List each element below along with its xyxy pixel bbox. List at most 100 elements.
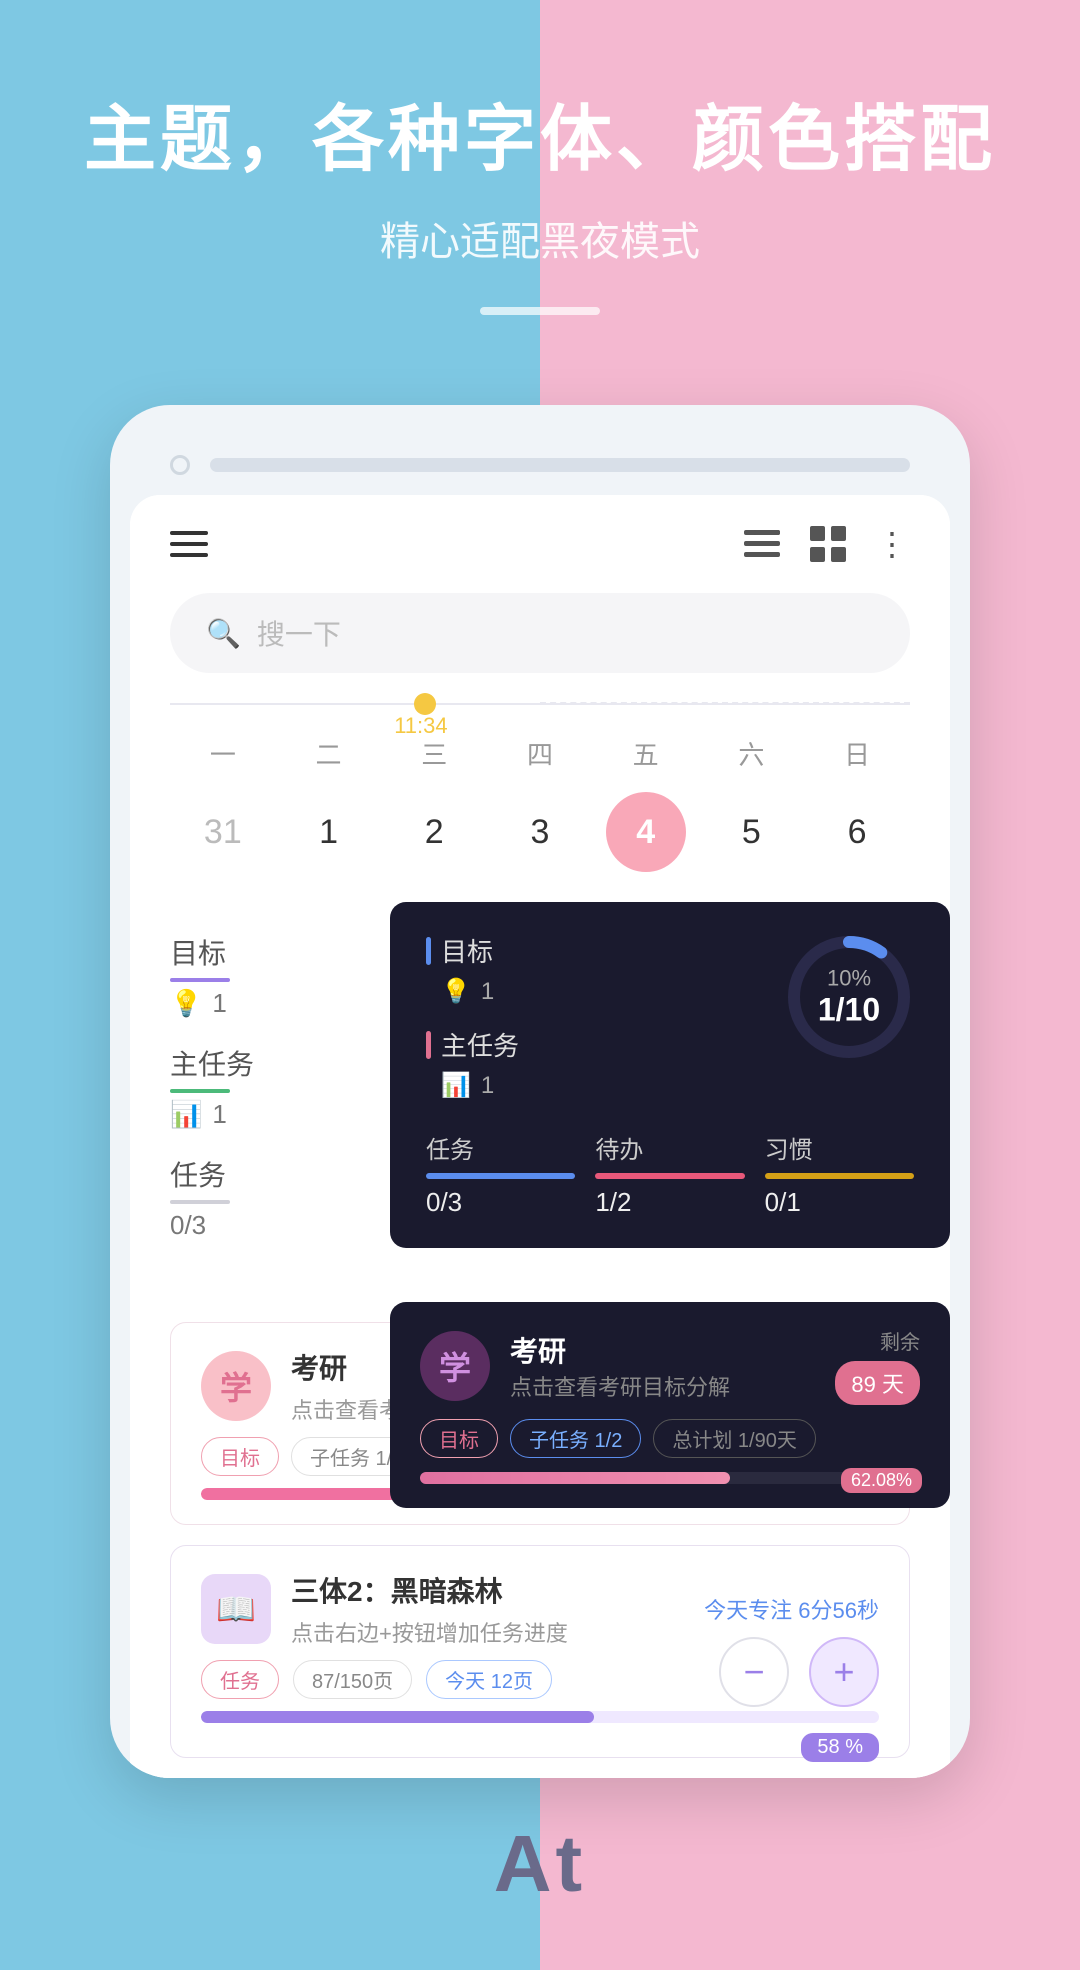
minus-button[interactable]: − [719,1637,789,1707]
book-desc: 点击右边+按钮增加任务进度 [291,1616,684,1648]
book-title: 三体2：黑暗森林 [291,1570,684,1610]
hero-section: 主题，各种字体、颜色搭配 精心适配黑夜模式 [0,80,1080,355]
book-tag-2: 87/150页 [293,1660,412,1699]
hero-title: 主题，各种字体、颜色搭配 [60,80,1020,185]
book-progress-fill [201,1711,594,1723]
dark-goal-section: 目标 💡 1 主任务 [426,932,519,1100]
task-col-label: 任务 [426,1130,575,1165]
plus-button[interactable]: + [809,1637,879,1707]
main-task-bar [170,1089,230,1093]
search-bar[interactable]: 🔍 搜一下 [170,593,910,673]
dark-tag-3: 总计划 1/90天 [653,1419,815,1458]
dark-goal-title: 考研 [510,1330,815,1370]
phone-notch [210,458,910,472]
dark-tag-1: 目标 [420,1419,498,1458]
dark-maintask-label: 主任务 [441,1026,519,1063]
weekday-mon: 一 [183,735,263,772]
book-progress-bar [201,1711,879,1723]
book-progress-label: 58 % [801,1733,879,1762]
dark-remaining-label: 剩余 [880,1326,920,1355]
dark-progress-bar-outer: 62.08% [420,1472,920,1484]
weekday-wed: 三 [394,735,474,772]
app-screen: ⋮ 🔍 搜一下 11:34 一 二 三 [130,495,950,1778]
hero-divider [480,307,600,315]
weekday-fri: 五 [606,735,686,772]
date-6[interactable]: 6 [817,792,897,872]
grid-view-icon[interactable] [810,526,846,562]
week-dates: 31 1 2 3 4 5 6 [170,792,910,872]
week-days-header: 一 二 三 四 五 六 日 [170,735,910,772]
book-card[interactable]: 📖 三体2：黑暗森林 点击右边+按钮增加任务进度 今天专注 6分56秒 任务 8… [170,1545,910,1758]
dark-progress-fill [420,1472,730,1484]
goal-count: 1 [212,988,226,1019]
more-options-icon[interactable]: ⋮ [876,525,910,563]
book-section: 📖 三体2：黑暗森林 点击右边+按钮增加任务进度 今天专注 6分56秒 任务 8… [130,1525,950,1778]
hamburger-menu-button[interactable] [170,531,208,557]
task-bar [170,1200,230,1204]
stats-dark-panel: 目标 💡 1 主任务 [390,902,950,1248]
at-label: At [494,1819,586,1908]
date-4-today[interactable]: 4 [606,792,686,872]
date-31[interactable]: 31 [183,792,263,872]
dark-days-badge: 89 天 [835,1361,920,1405]
todo-col-label: 待办 [595,1130,744,1165]
book-tag-1: 任务 [201,1660,279,1699]
dark-top-section: 目标 💡 1 主任务 [426,932,914,1100]
habit-progress-bar [765,1173,914,1179]
task-progress-bar [426,1173,575,1179]
main-task-count: 1 [212,1099,226,1130]
date-3[interactable]: 3 [500,792,580,872]
dark-tasks-grid: 任务 0/3 待办 1/2 习惯 0/1 [426,1130,914,1218]
stats-section: 目标 💡 1 主任务 📊 1 [130,902,950,1302]
circular-val: 1/10 [818,992,880,1029]
dark-goal-tags: 目标 子任务 1/2 总计划 1/90天 [420,1419,920,1458]
stepper-row: − + [719,1637,879,1707]
habit-col-label: 习惯 [765,1130,914,1165]
phone-top-bar [130,445,950,495]
dark-habit-col: 习惯 0/1 [765,1130,914,1218]
timeline-dashes [540,702,910,704]
week-calendar: 一 二 三 四 五 六 日 31 1 2 3 4 5 6 [130,715,950,902]
timeline: 11:34 [170,703,910,705]
todo-col-val: 1/2 [595,1187,744,1218]
main-task-icon: 📊 [170,1099,202,1130]
dark-maintask-count: 1 [481,1072,494,1100]
timeline-dot [414,693,436,715]
phone-mockup: ⋮ 🔍 搜一下 11:34 一 二 三 [110,405,970,1778]
date-5[interactable]: 5 [711,792,791,872]
book-tag-3: 今天 12页 [426,1660,552,1699]
dark-todo-col: 待办 1/2 [595,1130,744,1218]
dark-task-col: 任务 0/3 [426,1130,575,1218]
goal-icon: 💡 [170,988,202,1019]
dark-progress-label: 62.08% [841,1468,922,1493]
book-avatar: 📖 [201,1574,271,1644]
weekday-tue: 二 [289,735,369,772]
search-placeholder: 搜一下 [257,613,341,653]
search-icon: 🔍 [206,617,241,650]
dark-tag-2: 子任务 1/2 [510,1419,641,1458]
dark-goal-card-avatar: 学 [420,1331,490,1401]
dark-goal-count: 1 [481,978,494,1006]
task-val: 0/3 [170,1210,206,1241]
dark-goal-card-overlay[interactable]: 学 考研 点击查看考研目标分解 剩余 89 天 目标 子任务 1/ [390,1302,950,1508]
todo-progress-bar [595,1173,744,1179]
date-1[interactable]: 1 [289,792,369,872]
dark-goal-label: 目标 [441,932,493,969]
dark-maintask-icon: 📊 [441,1071,471,1100]
phone-dot [170,455,190,475]
dark-goal-desc: 点击查看考研目标分解 [510,1370,815,1402]
date-2[interactable]: 2 [394,792,474,872]
weekday-sun: 日 [817,735,897,772]
dark-maintask-bar [426,1031,431,1059]
weekday-sat: 六 [711,735,791,772]
app-header: ⋮ [130,495,950,583]
book-focus-time: 今天专注 6分56秒 [704,1593,879,1625]
circular-pct: 10% [818,966,880,992]
header-icons: ⋮ [744,525,910,563]
light-goal-avatar: 学 [201,1351,271,1421]
timeline-time: 11:34 [394,713,447,739]
list-view-icon[interactable] [744,530,780,558]
habit-col-val: 0/1 [765,1187,914,1218]
goal-cards-section: 学 考研 点击查看考研目 目标 子任务 1/ [130,1302,950,1525]
weekday-thu: 四 [500,735,580,772]
